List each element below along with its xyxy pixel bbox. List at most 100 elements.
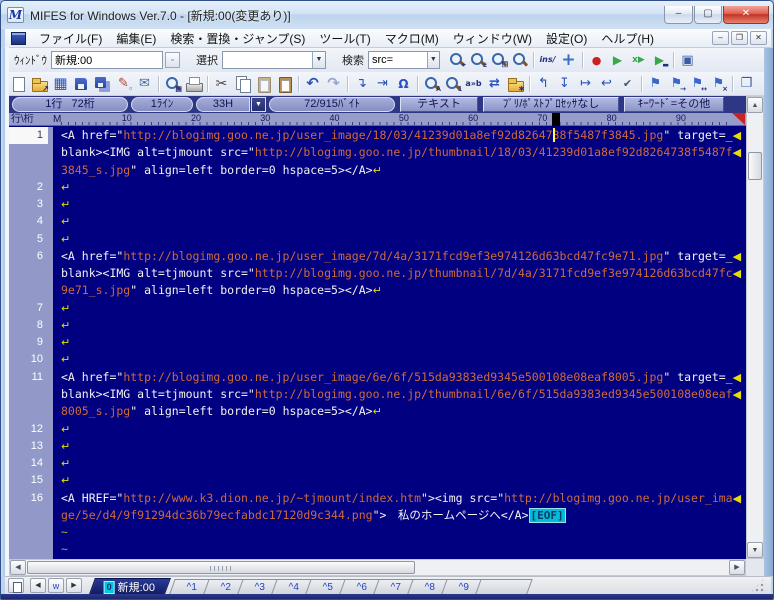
find-icon[interactable]: A [422,75,441,93]
vertical-scrollbar[interactable]: ▲ ▼ [746,96,764,559]
paste-icon[interactable] [275,75,294,93]
maximize-button[interactable]: ▢ [694,6,722,24]
editor-row[interactable]: blank><IMG alt=tjmount src="http://blogi… [9,265,746,282]
horizontal-scroll-thumb[interactable] [27,561,415,574]
print-icon[interactable] [184,75,203,93]
add-icon[interactable]: + [559,51,578,69]
editor-row[interactable]: 12↵ [9,421,746,438]
macro-step-icon[interactable]: x▶ [629,51,648,69]
editor-row[interactable]: 15↵ [9,472,746,489]
search-combo-input[interactable] [369,53,427,67]
macro-play-file-icon[interactable]: ▶▬ [650,51,669,69]
window-combo-input[interactable] [52,53,162,67]
editor-row[interactable]: 13↵ [9,438,746,455]
menu-item-1[interactable]: 編集(E) [109,29,163,48]
save-icon[interactable] [72,75,91,93]
window-combo-button[interactable]: ▫ [165,52,180,68]
menu-item-4[interactable]: マクロ(M) [378,29,446,48]
copy-icon[interactable] [233,75,252,93]
jump-address-icon[interactable]: ⇥ [373,75,392,93]
editor-row[interactable]: blank><IMG alt=tjmount src="http://blogi… [9,144,746,161]
paste-special-icon[interactable] [254,75,273,93]
zoom-page-icon[interactable]: ❐ [489,51,508,69]
editor-row[interactable]: 10↵ [9,351,746,368]
menu-item-3[interactable]: ツール(T) [312,29,377,48]
editor-row[interactable]: 1<A href="http://blogimg.goo.ne.jp/user_… [9,127,746,144]
horizontal-scrollbar[interactable]: ◀ ▶ [9,559,746,576]
menu-item-2[interactable]: 検索・置換・ジャンプ(S) [163,29,312,48]
cut-icon[interactable]: ✂ [212,75,231,93]
flag-prev-icon[interactable]: ⚑↔ [688,75,707,93]
window-style-icon[interactable]: ▣ [678,51,697,69]
macro-play-icon[interactable]: ▶ [608,51,627,69]
redo-icon[interactable]: ↷ [324,75,343,93]
edit-history-icon[interactable]: ✎◦ [114,75,133,93]
char-code-dropdown-icon[interactable]: ▼ [251,97,266,112]
zoom-out-icon[interactable]: ± [468,51,487,69]
scroll-right-icon[interactable]: ▶ [729,560,745,575]
tag-jump-icon[interactable]: ↰ [534,75,553,93]
editor-area[interactable]: 行\桁 M 102030405060708090 1<A href="http:… [9,113,746,559]
editor-row[interactable]: 8↵ [9,317,746,334]
file-list-icon[interactable]: ▦ [51,75,70,93]
jump-symbol-icon[interactable]: Ω [394,75,413,93]
scroll-up-icon[interactable]: ▲ [747,97,763,113]
direct-tag-jump-icon[interactable]: ↦ [576,75,595,93]
tab-scroll-right-button[interactable]: ▶ [66,578,82,593]
open-file-icon[interactable]: ↗ [30,75,49,93]
select-combo[interactable]: ▼ [222,51,326,69]
editor-row[interactable]: ~ [9,524,746,541]
print-preview-icon[interactable]: ▤ [163,75,182,93]
scroll-down-icon[interactable]: ▼ [747,542,763,558]
save-all-icon[interactable] [93,75,112,93]
jump-return-icon[interactable]: ✔ [618,75,637,93]
editor-row[interactable]: 11<A href="http://blogimg.goo.ne.jp/user… [9,369,746,386]
title-bar[interactable]: M MIFES for Windows Ver.7.0 - [新規:00(変更あ… [1,1,774,29]
editor-row[interactable]: 8005_s.jpg" align=left border=0 hspace=5… [9,403,746,420]
replace-icon[interactable]: a»b [464,75,483,93]
keyword-button[interactable]: ｷｰﾜｰﾄﾞ=その他 [624,97,724,112]
grep-icon[interactable]: ∗ [506,75,525,93]
editor-row[interactable]: 7↵ [9,300,746,317]
vertical-scroll-thumb[interactable] [748,152,762,180]
editor-row[interactable]: 9e71_s.jpg" align=left border=0 hspace=5… [9,282,746,299]
mdi-minimize-button[interactable]: – [712,31,729,45]
mode-button[interactable]: テキスト [400,97,478,112]
search-combo[interactable]: ▼ [368,51,440,69]
jump-back-icon[interactable]: ↩ [597,75,616,93]
flag-clear-icon[interactable]: ⚑× [709,75,728,93]
menu-item-7[interactable]: ヘルプ(H) [594,29,661,48]
editor-row[interactable]: ~ [9,541,746,558]
editor-row[interactable]: blank><IMG alt=tjmount src="http://blogi… [9,386,746,403]
send-mail-icon[interactable]: ✉ [135,75,154,93]
scroll-left-icon[interactable]: ◀ [10,560,26,575]
display-search-icon[interactable] [510,51,529,69]
editor-row[interactable]: 14↵ [9,455,746,472]
next-tag-jump-icon[interactable]: ↧ [555,75,574,93]
editor-row[interactable]: 3↵ [9,196,746,213]
flag-next-icon[interactable]: ⚑→ [667,75,686,93]
editor-row[interactable]: 3845_s.jpg" align=left border=0 hspace=5… [9,162,746,179]
processor-button[interactable]: ﾌﾟﾘ/ﾎﾟｽﾄﾌﾟﾛｾｯｻなし [483,97,619,112]
window-split-icon[interactable]: ❒ [737,75,756,93]
editor-row[interactable]: 16<A HREF="http://www.k3.dion.ne.jp/~tjm… [9,490,746,507]
zoom-in-icon[interactable]: + [447,51,466,69]
mdi-restore-button[interactable]: ❐ [731,31,748,45]
editor-row[interactable]: 2↵ [9,179,746,196]
tab-window-button[interactable]: w [48,578,64,593]
select-combo-input[interactable] [223,53,312,67]
window-list-button[interactable] [8,578,24,593]
tab-scroll-left-button[interactable]: ◀ [30,578,46,593]
window-combo[interactable] [51,51,163,69]
menu-item-6[interactable]: 設定(O) [539,29,594,48]
editor-row[interactable]: 6<A href="http://blogimg.goo.ne.jp/user_… [9,248,746,265]
editor-row[interactable]: 5↵ [9,231,746,248]
undo-icon[interactable]: ↶ [303,75,322,93]
flag-set-icon[interactable]: ⚑ [646,75,665,93]
search-dropdown-icon[interactable]: ▼ [427,52,439,68]
macro-record-icon[interactable]: ● [587,51,606,69]
jump-line-icon[interactable]: ↴ [352,75,371,93]
mdi-close-button[interactable]: ✕ [750,31,767,45]
find-next-icon[interactable]: 1 [443,75,462,93]
insert-mode-icon[interactable]: ins/ [538,51,557,69]
